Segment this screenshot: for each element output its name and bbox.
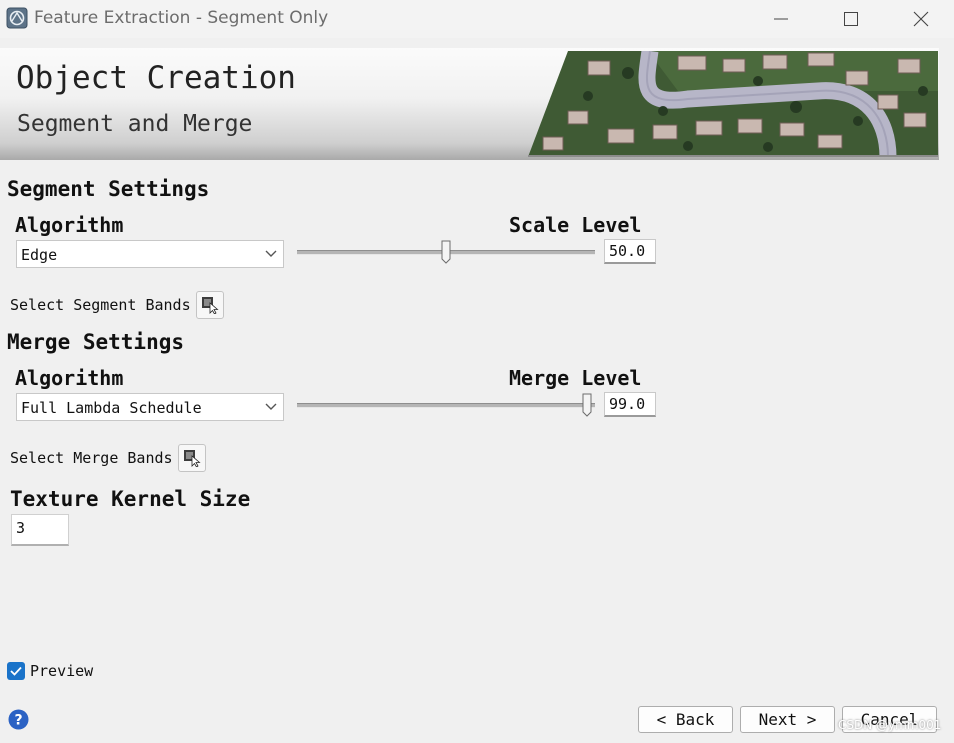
texture-kernel-size-input[interactable]: 3 (11, 514, 69, 546)
merge-algorithm-label: Algorithm (15, 366, 124, 390)
texture-kernel-size-label: Texture Kernel Size (10, 487, 251, 511)
minimize-button[interactable] (746, 0, 816, 38)
merge-settings-title: Merge Settings (7, 330, 185, 354)
chevron-down-icon (265, 250, 277, 257)
merge-algorithm-value: Full Lambda Schedule (21, 399, 202, 417)
merge-level-input[interactable]: 99.0 (604, 392, 656, 417)
aerial-neighborhood-image (528, 51, 938, 157)
app-icon (6, 7, 28, 29)
maximize-icon (844, 12, 858, 26)
select-segment-bands-button[interactable] (196, 291, 224, 319)
scale-level-label: Scale Level (509, 213, 642, 237)
band-select-icon (184, 450, 201, 467)
next-button[interactable]: Next > (740, 706, 835, 733)
merge-level-label: Merge Level (509, 366, 642, 390)
merge-level-slider[interactable] (297, 403, 595, 408)
banner-title: Object Creation (16, 60, 296, 96)
segment-settings-title: Segment Settings (7, 177, 210, 201)
preview-label: Preview (30, 662, 94, 680)
segment-algorithm-value: Edge (21, 246, 58, 264)
header-banner: Object Creation Segment and Merge (0, 48, 939, 160)
band-select-icon (202, 297, 219, 314)
watermark-text: CSDN @ymm001 (838, 718, 942, 732)
segment-algorithm-label: Algorithm (15, 213, 124, 237)
scale-level-slider-thumb[interactable] (441, 240, 451, 264)
help-icon[interactable]: ? (8, 709, 29, 730)
close-button[interactable] (886, 0, 954, 38)
select-merge-bands-button[interactable] (178, 444, 206, 472)
minimize-icon (774, 18, 788, 20)
window-title: Feature Extraction - Segment Only (34, 8, 329, 28)
merge-algorithm-select[interactable]: Full Lambda Schedule (16, 393, 284, 421)
scale-level-input[interactable]: 50.0 (604, 239, 656, 264)
preview-checkbox[interactable] (7, 662, 25, 680)
title-bar: Feature Extraction - Segment Only (0, 0, 954, 38)
svg-text:?: ? (14, 713, 22, 729)
segment-algorithm-select[interactable]: Edge (16, 240, 284, 268)
select-segment-bands-label: Select Segment Bands (10, 296, 191, 314)
back-button[interactable]: < Back (638, 706, 733, 733)
banner-subtitle: Segment and Merge (17, 111, 253, 137)
select-merge-bands-label: Select Merge Bands (10, 449, 173, 467)
checkmark-icon (10, 666, 22, 676)
chevron-down-icon (265, 403, 277, 410)
close-icon (913, 11, 929, 27)
maximize-button[interactable] (816, 0, 886, 38)
merge-level-slider-thumb[interactable] (582, 393, 592, 417)
